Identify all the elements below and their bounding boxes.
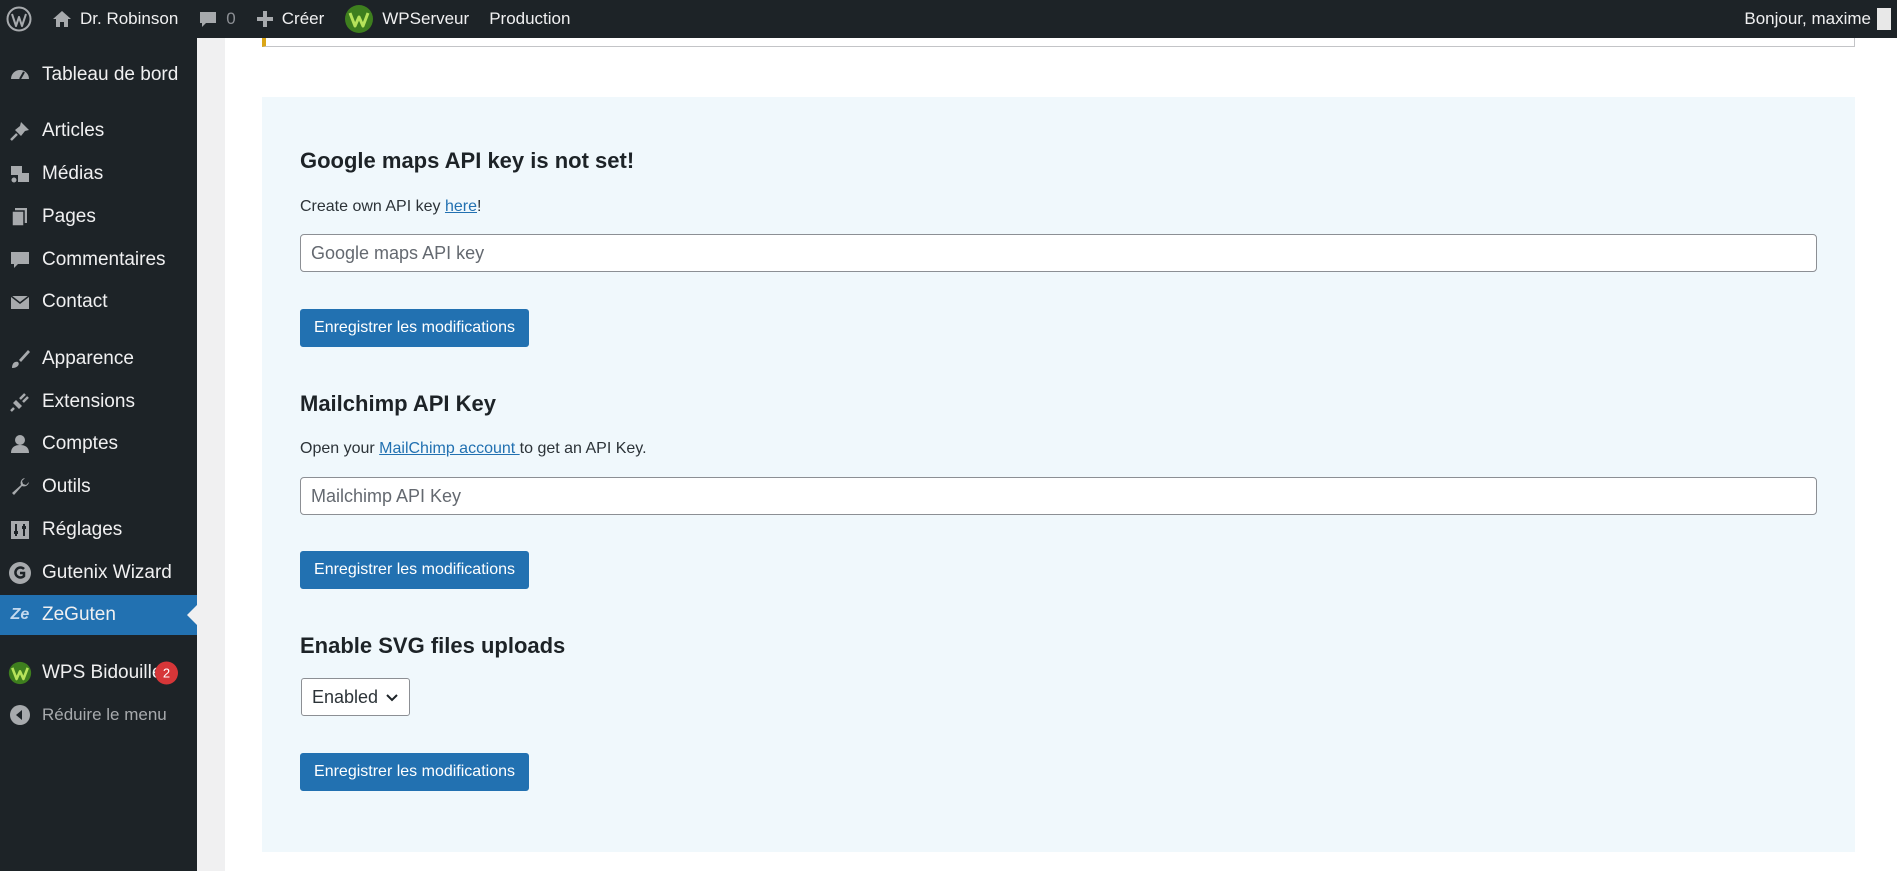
selected-option: Enabled bbox=[312, 686, 379, 707]
production-label: Production bbox=[489, 9, 571, 28]
sidebar-item-dashboard[interactable]: Tableau de bord bbox=[0, 55, 197, 95]
new-content-link[interactable]: Créer bbox=[246, 0, 335, 38]
sidebar-item-medias[interactable]: Médias bbox=[0, 154, 197, 194]
collapse-icon bbox=[8, 703, 32, 727]
settings-icon bbox=[8, 518, 32, 542]
save-svg-uploads-button[interactable]: Enregistrer les modifications bbox=[300, 753, 529, 791]
sidebar-item-label: Commentaires bbox=[42, 249, 166, 270]
avatar bbox=[1877, 8, 1891, 30]
sidebar-item-label: Apparence bbox=[42, 348, 134, 369]
wps-icon bbox=[8, 661, 32, 685]
mailchimp-title: Mailchimp API Key bbox=[300, 391, 497, 416]
sidebar-item-label: Réglages bbox=[42, 519, 123, 540]
description-text: ! bbox=[477, 198, 482, 215]
dashboard-icon bbox=[8, 63, 32, 87]
admin-bar: Dr. Robinson 0 Créer WPServeur Productio… bbox=[0, 0, 1897, 38]
mail-icon bbox=[8, 290, 32, 314]
user-icon bbox=[8, 432, 32, 456]
description-text: Create own API key bbox=[300, 198, 445, 215]
sidebar-item-label: Réduire le menu bbox=[42, 705, 167, 724]
pushpin-icon bbox=[8, 119, 32, 143]
sidebar-item-contact[interactable]: Contact bbox=[0, 282, 197, 322]
sidebar-item-label: Comptes bbox=[42, 433, 119, 454]
sidebar-item-commentaires[interactable]: Commentaires bbox=[0, 240, 197, 280]
comments-link[interactable]: 0 bbox=[188, 0, 245, 38]
sidebar-item-label: Extensions bbox=[42, 391, 135, 412]
sidebar-item-label: WPS Bidouille bbox=[42, 662, 163, 683]
plugin-icon bbox=[8, 390, 32, 414]
mailchimp-account-link[interactable]: MailChimp account bbox=[379, 440, 520, 457]
collapse-menu-button[interactable]: Réduire le menu bbox=[0, 695, 197, 735]
sidebar-item-label: Articles bbox=[42, 120, 105, 141]
create-api-key-link[interactable]: here bbox=[445, 198, 477, 215]
google-maps-title: Google maps API key is not set! bbox=[300, 148, 635, 173]
home-icon bbox=[53, 11, 71, 27]
plus-icon bbox=[256, 11, 273, 27]
site-name-link[interactable]: Dr. Robinson bbox=[42, 0, 188, 38]
sidebar-item-label: Gutenix Wizard bbox=[42, 562, 172, 583]
save-google-maps-button[interactable]: Enregistrer les modifications bbox=[300, 309, 529, 347]
sidebar-item-label: Pages bbox=[42, 206, 96, 227]
sidebar-item-apparence[interactable]: Apparence bbox=[0, 339, 197, 379]
comment-bubble-icon bbox=[200, 12, 217, 27]
new-content-label: Créer bbox=[281, 9, 325, 28]
sidebar-item-comptes[interactable]: Comptes bbox=[0, 424, 197, 464]
wordpress-logo-icon bbox=[6, 6, 32, 32]
svg-uploads-title: Enable SVG files uploads bbox=[300, 633, 566, 658]
greeting: Bonjour, maxime bbox=[1744, 9, 1871, 28]
google-maps-api-key-input[interactable] bbox=[300, 234, 1817, 272]
wpserveur-link[interactable]: WPServeur bbox=[334, 0, 479, 38]
comment-icon bbox=[8, 248, 32, 272]
sidebar-item-gutenix-wizard[interactable]: Gutenix Wizard bbox=[0, 553, 197, 593]
gutenix-icon bbox=[8, 561, 32, 585]
settings-panel bbox=[262, 97, 1855, 852]
sidebar-item-label: Médias bbox=[42, 163, 104, 184]
my-account-link[interactable]: Bonjour, maxime bbox=[1734, 0, 1897, 38]
svg-uploads-select[interactable]: Enabled bbox=[301, 678, 410, 716]
admin-sidebar: Tableau de bord Articles Médias Pages Co… bbox=[0, 38, 197, 871]
zeguten-icon: Ze bbox=[10, 606, 30, 623]
sidebar-item-extensions[interactable]: Extensions bbox=[0, 382, 197, 422]
production-link[interactable]: Production bbox=[479, 0, 580, 38]
mailchimp-description: Open your MailChimp account to get an AP… bbox=[300, 440, 647, 458]
sidebar-item-label: Tableau de bord bbox=[42, 64, 179, 85]
google-maps-description: Create own API key here! bbox=[300, 198, 481, 216]
description-text: to get an API Key. bbox=[519, 440, 647, 457]
notification-badge: 2 bbox=[155, 661, 178, 685]
sidebar-item-zeguten[interactable]: Ze ZeGuten bbox=[0, 595, 197, 635]
wpserveur-logo-icon bbox=[345, 5, 374, 33]
save-mailchimp-button[interactable]: Enregistrer les modifications bbox=[300, 551, 529, 589]
site-name: Dr. Robinson bbox=[80, 9, 179, 28]
pages-icon bbox=[8, 205, 32, 229]
wpserveur-label: WPServeur bbox=[382, 9, 470, 28]
sidebar-item-articles[interactable]: Articles bbox=[0, 111, 197, 151]
sidebar-item-pages[interactable]: Pages bbox=[0, 197, 197, 237]
sidebar-item-label: Contact bbox=[42, 291, 108, 312]
wordpress-logo-button[interactable] bbox=[0, 0, 42, 38]
mailchimp-api-key-input[interactable] bbox=[300, 477, 1817, 515]
sidebar-item-label: ZeGuten bbox=[42, 604, 116, 625]
sidebar-item-label: Outils bbox=[42, 476, 91, 497]
description-text: Open your bbox=[300, 440, 380, 457]
wrench-icon bbox=[8, 475, 32, 499]
media-icon bbox=[8, 162, 32, 186]
sidebar-item-reglages[interactable]: Réglages bbox=[0, 510, 197, 550]
sidebar-item-wps-bidouille[interactable]: WPS Bidouille 2 bbox=[0, 653, 197, 693]
admin-notice bbox=[262, 38, 1855, 47]
chevron-down-icon bbox=[386, 694, 398, 702]
comments-count: 0 bbox=[226, 9, 236, 28]
sidebar-item-outils[interactable]: Outils bbox=[0, 467, 197, 507]
brush-icon bbox=[8, 347, 32, 371]
